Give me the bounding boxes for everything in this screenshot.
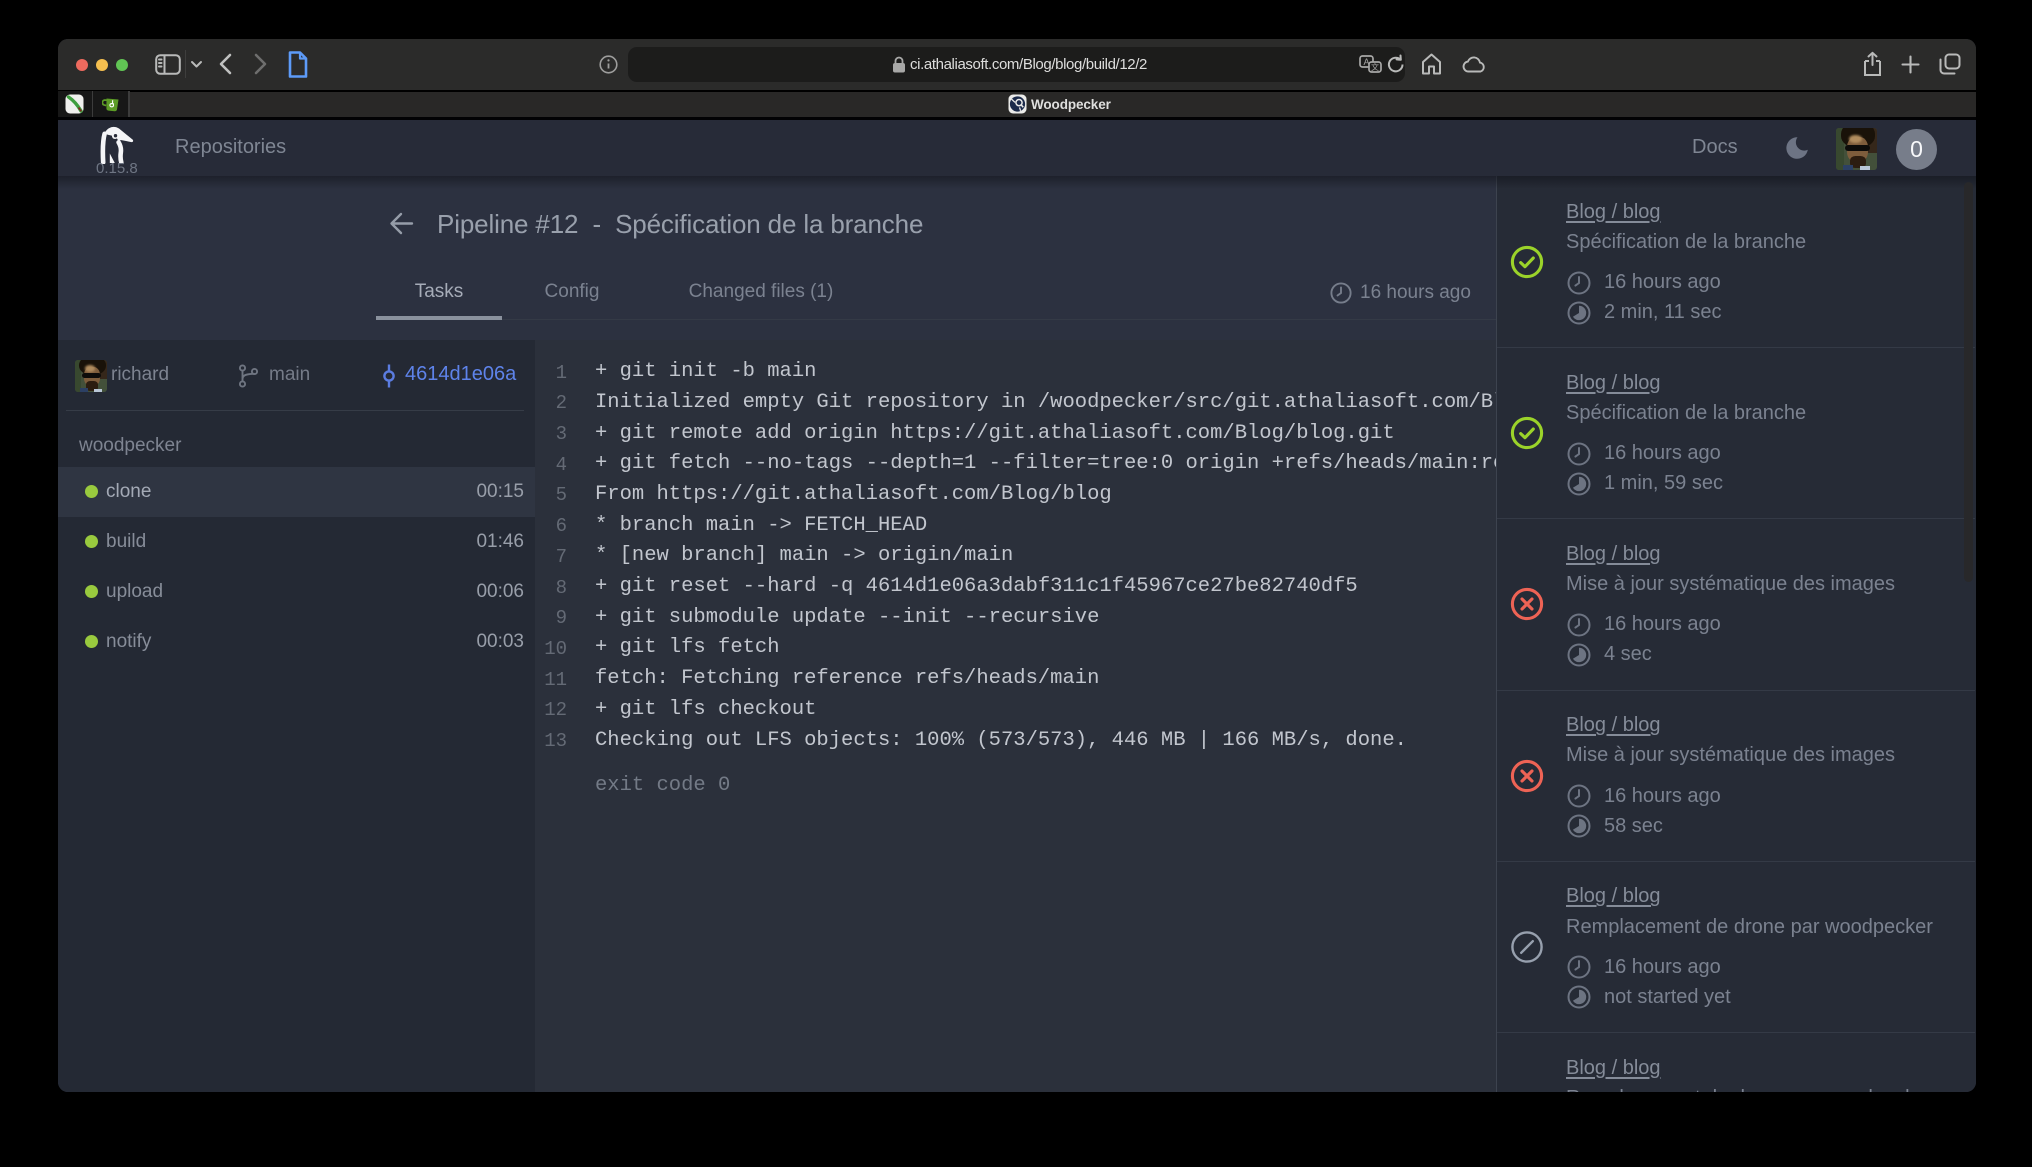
svg-text:文: 文 xyxy=(1371,62,1379,72)
